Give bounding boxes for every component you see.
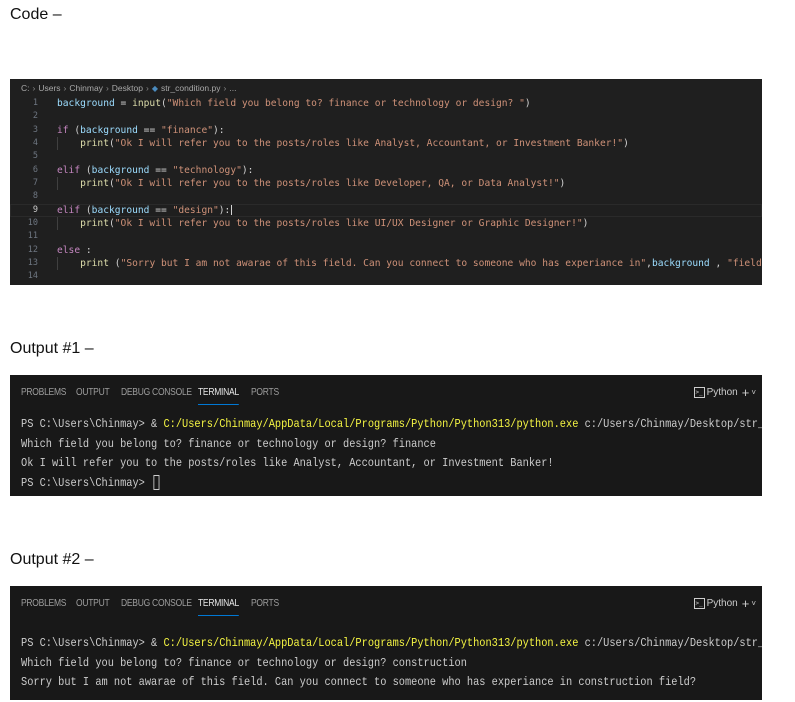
breadcrumb-chinmay[interactable]: Chinmay (69, 83, 103, 93)
line-number: 10 (27, 217, 38, 228)
line-number: 13 (27, 257, 38, 268)
line-number: 9 (32, 204, 38, 215)
code-editor[interactable]: C: › Users › Chinmay › Desktop › ◆ str_condition.… (10, 79, 762, 285)
tab-debug-console[interactable]: DEBUG CONSOLE (121, 598, 192, 609)
terminal-line: Ok I will refer you to the posts/roles l… (21, 456, 554, 470)
shell-label[interactable]: Python (707, 387, 738, 398)
code-text: elif (background == "design"): (57, 204, 233, 216)
code-line: 2 (10, 110, 762, 123)
code-line: 7 print("Ok I will refer you to the post… (10, 176, 762, 191)
terminal-panel-2: PROBLEMS OUTPUT DEBUG CONSOLE TERMINAL P… (10, 586, 762, 700)
tab-terminal[interactable]: TERMINAL (198, 387, 239, 405)
code-line: 5 (10, 150, 762, 163)
tab-ports[interactable]: PORTS (251, 598, 279, 609)
code-line: 3 if (background == "finance"): (10, 124, 762, 137)
code-line: 4 print("Ok I will refer you to the post… (10, 136, 762, 151)
tab-output[interactable]: OUTPUT (76, 598, 110, 609)
tab-debug-console[interactable]: DEBUG CONSOLE (121, 387, 192, 398)
code-text: print("Ok I will refer you to the posts/… (80, 177, 566, 189)
code-text: print ("Sorry but I am not awarae of thi… (80, 257, 762, 269)
terminal-panel-1: PROBLEMS OUTPUT DEBUG CONSOLE TERMINAL P… (10, 375, 762, 496)
breadcrumb: C: › Users › Chinmay › Desktop › ◆ str_condition.… (21, 83, 237, 93)
code-text: else : (57, 244, 92, 256)
terminal-line: Which field you belong to? finance or te… (21, 655, 467, 670)
code-area[interactable]: 1 background = input("Which field you bel… (10, 97, 762, 284)
code-line-active: 9 elif (background == "design"): (10, 204, 762, 217)
terminal-cursor (153, 474, 160, 490)
terminal-toolbar: >_ Python + ˅ (693, 596, 756, 611)
code-line: 13 print ("Sorry but I am not awarae of … (10, 256, 762, 271)
line-number: 4 (32, 137, 38, 148)
terminal-line: PS C:\Users\Chinmay> (21, 474, 762, 494)
line-number: 5 (32, 151, 38, 162)
line-number: 3 (32, 124, 38, 135)
tab-problems[interactable]: PROBLEMS (21, 598, 66, 609)
line-number: 11 (27, 231, 38, 242)
terminal-output-1[interactable]: PS C:\Users\Chinmay> & C:/Users/Chinmay/… (21, 415, 762, 493)
output1-section-label: Output #1 – (10, 340, 94, 357)
terminal-toolbar: >_ Python + ˅ (693, 385, 756, 400)
breadcrumb-drive[interactable]: C: (21, 83, 30, 93)
breadcrumb-users[interactable]: Users (38, 83, 60, 93)
tab-ports[interactable]: PORTS (251, 387, 279, 398)
tab-problems[interactable]: PROBLEMS (21, 387, 66, 398)
line-number: 12 (27, 244, 38, 255)
python-file-icon: ◆ (151, 84, 158, 93)
code-line: 1 background = input("Which field you bel… (10, 97, 762, 110)
line-number: 6 (32, 164, 38, 175)
terminal-icon[interactable]: >_ (693, 598, 705, 609)
line-number: 7 (32, 177, 38, 188)
terminal-line: Which field you belong to? finance or te… (21, 436, 436, 451)
code-line: 8 (10, 190, 762, 203)
tab-terminal[interactable]: TERMINAL (198, 598, 239, 616)
breadcrumb-desktop[interactable]: Desktop (112, 83, 143, 93)
terminal-icon[interactable]: >_ (693, 387, 705, 398)
terminal-output-2[interactable]: PS C:\Users\Chinmay> & C:/Users/Chinmay/… (21, 634, 762, 693)
output2-section-label: Output #2 – (10, 551, 94, 568)
terminal-line: PS C:\Users\Chinmay> & C:/Users/Chinmay/… (21, 636, 762, 650)
code-section-label: Code – (10, 6, 62, 23)
line-number: 8 (32, 191, 38, 202)
line-number: 2 (32, 111, 38, 122)
chevron-down-icon[interactable]: ˅ (751, 599, 756, 608)
code-text: if (background == "finance"): (57, 124, 225, 136)
panel-tabs: PROBLEMS OUTPUT DEBUG CONSOLE TERMINAL P… (10, 586, 762, 624)
code-line: 14 (10, 270, 762, 283)
new-terminal-button[interactable]: + (738, 596, 752, 611)
line-number: 1 (32, 98, 38, 108)
chevron-down-icon[interactable]: ˅ (751, 388, 756, 397)
code-line: 6 elif (background == "technology"): (10, 164, 762, 177)
breadcrumb-more[interactable]: ... (229, 83, 236, 93)
terminal-line: PS C:\Users\Chinmay> & C:/Users/Chinmay/… (21, 417, 762, 431)
line-number: 14 (27, 271, 38, 282)
breadcrumb-file[interactable]: str_condition.py (161, 83, 221, 93)
tab-output[interactable]: OUTPUT (76, 387, 110, 398)
code-text: background = input("Which field you belo… (57, 98, 531, 109)
text-caret (231, 204, 233, 215)
shell-label[interactable]: Python (707, 598, 738, 609)
code-line: 11 (10, 230, 762, 243)
code-line: 10 print("Ok I will refer you to the pos… (10, 216, 762, 231)
new-terminal-button[interactable]: + (738, 385, 752, 400)
code-text: print("Ok I will refer you to the posts/… (80, 137, 629, 149)
panel-tabs: PROBLEMS OUTPUT DEBUG CONSOLE TERMINAL P… (10, 375, 762, 413)
code-text: print("Ok I will refer you to the posts/… (80, 217, 589, 229)
code-text: elif (background == "technology"): (57, 164, 254, 176)
code-line: 12 else : (10, 244, 762, 257)
terminal-line: Sorry but I am not awarae of this field.… (21, 675, 697, 689)
